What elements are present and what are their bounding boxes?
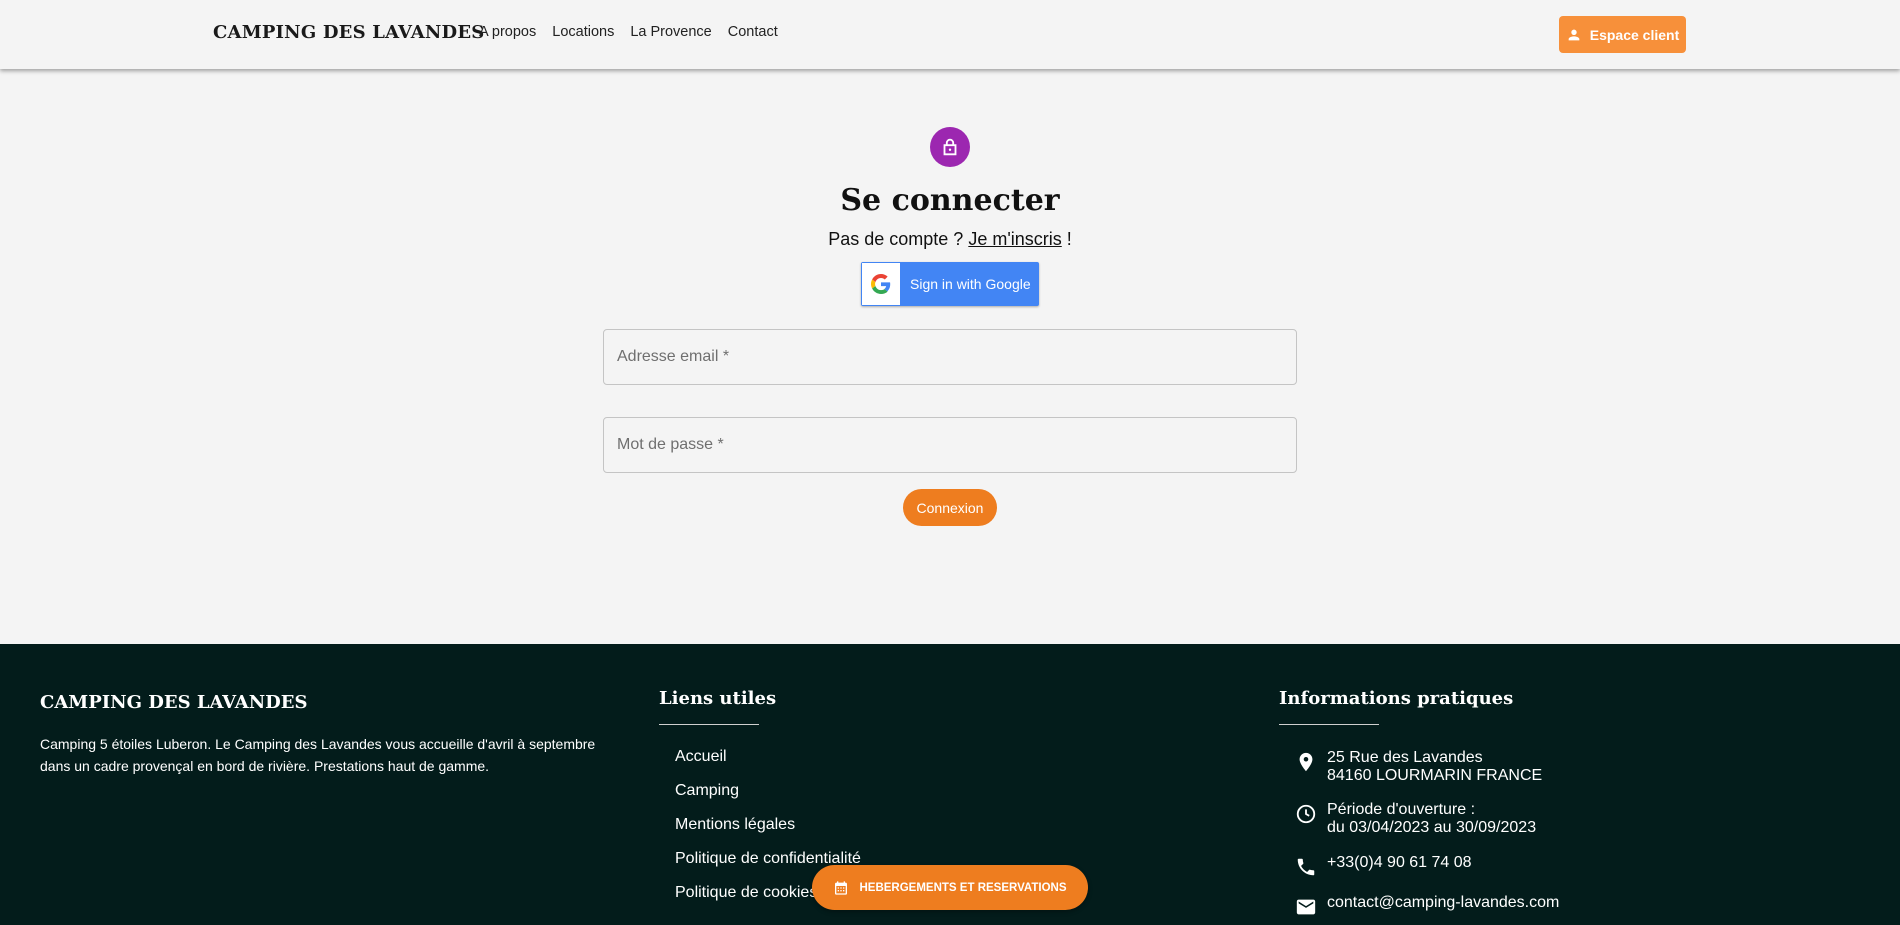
- phone-number[interactable]: +33(0)4 90 61 74 08: [1327, 854, 1472, 872]
- page-title: Se connecter: [840, 183, 1060, 218]
- password-field[interactable]: [603, 417, 1297, 473]
- email-info: contact@camping-lavandes.com: [1295, 894, 1559, 918]
- address-line1: 25 Rue des Lavandes: [1327, 749, 1483, 766]
- opening-hours-info: Période d'ouverture : du 03/04/2023 au 3…: [1295, 801, 1536, 837]
- espace-client-label: Espace client: [1589, 26, 1680, 43]
- signup-prefix: Pas de compte ?: [828, 229, 969, 249]
- main-nav: A propos Locations La Provence Contact: [479, 24, 778, 40]
- email-field[interactable]: [603, 329, 1297, 385]
- footer-brand: CAMPING DES LAVANDES: [40, 692, 308, 713]
- top-navbar: CAMPING DES LAVANDES A propos Locations …: [0, 0, 1900, 69]
- hours-line1: Période d'ouverture :: [1327, 801, 1476, 818]
- footer-link-mentions-legales[interactable]: Mentions légales: [675, 816, 861, 850]
- reservations-button[interactable]: HEBERGEMENTS ET RESERVATIONS: [812, 865, 1088, 910]
- practical-info-title: Informations pratiques: [1279, 688, 1514, 709]
- signup-prompt: Pas de compte ? Je m'inscris !: [0, 229, 1900, 250]
- lock-icon: [943, 138, 957, 156]
- password-input[interactable]: [604, 418, 1296, 472]
- connexion-button[interactable]: Connexion: [903, 489, 997, 526]
- calendar-icon: [835, 880, 848, 895]
- google-icon: [871, 274, 891, 294]
- divider: [659, 724, 759, 725]
- address-line2: 84160 LOURMARIN FRANCE: [1327, 767, 1543, 784]
- clock-icon: [1296, 804, 1316, 824]
- footer-link-camping[interactable]: Camping: [675, 782, 861, 816]
- reservations-label: HEBERGEMENTS ET RESERVATIONS: [859, 881, 1067, 894]
- footer-link-accueil[interactable]: Accueil: [675, 748, 861, 782]
- signup-suffix: !: [1061, 229, 1072, 249]
- divider: [1279, 724, 1379, 725]
- site-logo[interactable]: CAMPING DES LAVANDES: [213, 22, 485, 43]
- google-logo-box: [862, 263, 900, 305]
- nav-la-provence[interactable]: La Provence: [630, 24, 711, 40]
- google-signin-label: Sign in with Google: [910, 276, 1031, 292]
- espace-client-button[interactable]: Espace client: [1559, 16, 1686, 53]
- email-address[interactable]: contact@camping-lavandes.com: [1327, 894, 1559, 912]
- address-info: 25 Rue des Lavandes 84160 LOURMARIN FRAN…: [1295, 749, 1542, 785]
- phone-icon: [1297, 858, 1315, 876]
- useful-links-title: Liens utiles: [659, 688, 777, 709]
- hours-line2: du 03/04/2023 au 30/09/2023: [1327, 819, 1537, 836]
- lock-avatar: [930, 127, 970, 167]
- person-icon: [1568, 29, 1580, 40]
- nav-a-propos[interactable]: A propos: [479, 24, 536, 40]
- footer-description: Camping 5 étoiles Luberon. Le Camping de…: [40, 736, 596, 774]
- google-signin-button[interactable]: Sign in with Google: [861, 262, 1039, 306]
- phone-info: +33(0)4 90 61 74 08: [1295, 854, 1472, 878]
- mail-icon: [1296, 899, 1316, 915]
- email-input[interactable]: [604, 330, 1296, 384]
- nav-locations[interactable]: Locations: [552, 24, 614, 40]
- signup-link[interactable]: Je m'inscris: [968, 229, 1061, 249]
- nav-contact[interactable]: Contact: [728, 24, 778, 40]
- location-pin-icon: [1299, 752, 1313, 772]
